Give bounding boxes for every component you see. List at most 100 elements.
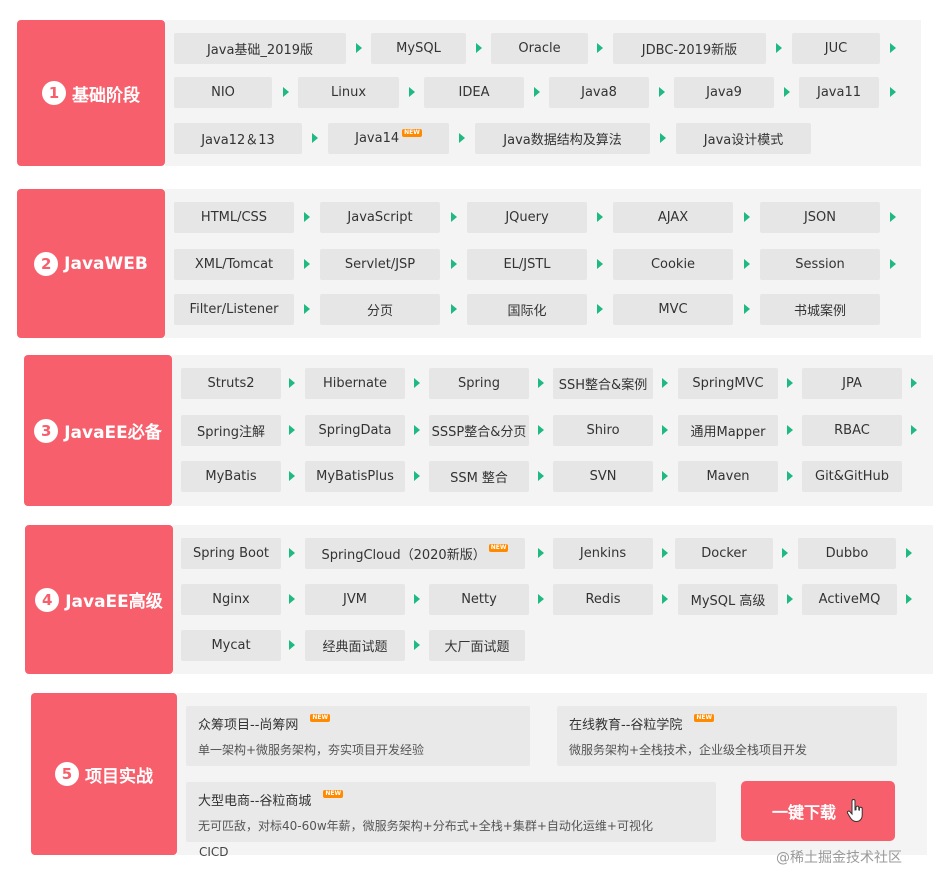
arrow-icon <box>659 87 665 97</box>
topic-linux[interactable]: Linux <box>298 77 399 108</box>
project-card-ecommerce[interactable]: 大型电商--谷粒商城 NEW 无可匹敌，对标40-60w年薪，微服务架构+分布式+… <box>186 782 716 842</box>
topic-springmvc[interactable]: SpringMVC <box>678 368 778 399</box>
topic-ssm[interactable]: SSM 整合 <box>429 461 529 492</box>
topic-label: SVN <box>589 469 617 484</box>
topic-java9[interactable]: Java9 <box>674 77 774 108</box>
project-title: 在线教育--谷粒学院 NEW <box>569 713 715 733</box>
topic-oracle[interactable]: Oracle <box>491 33 588 64</box>
topic-html-css[interactable]: HTML/CSS <box>174 202 294 233</box>
topic-java12-13[interactable]: Java12＆13 <box>174 123 302 154</box>
topic-shiro[interactable]: Shiro <box>553 415 653 446</box>
stage-title: JavaEE必备 <box>64 423 162 443</box>
topic-idea[interactable]: IDEA <box>424 77 524 108</box>
project-desc: 微服务架构+全栈技术，企业级全栈项目开发 <box>569 743 808 757</box>
topic-java14[interactable]: Java14 NEW <box>328 123 449 154</box>
topic-jquery[interactable]: JQuery <box>467 202 587 233</box>
topic-label: Java数据结构及算法 <box>503 133 622 148</box>
stage-title: JavaEE高级 <box>65 592 163 612</box>
stage-2-label[interactable]: 2 JavaWEB <box>17 189 165 338</box>
stage-5-label[interactable]: 5 项目实战 <box>31 693 177 855</box>
topic-maven[interactable]: Maven <box>678 461 778 492</box>
topic-mysql[interactable]: MySQL <box>371 33 466 64</box>
topic-label: MVC <box>658 302 688 317</box>
arrow-icon <box>906 548 912 558</box>
topic-jenkins[interactable]: Jenkins <box>553 538 653 569</box>
topic-design-patterns[interactable]: Java设计模式 <box>676 123 811 154</box>
topic-mybatis[interactable]: MyBatis <box>181 461 281 492</box>
topic-json[interactable]: JSON <box>760 202 880 233</box>
topic-label: HTML/CSS <box>200 210 268 225</box>
topic-mvc[interactable]: MVC <box>613 294 733 325</box>
stage-1-label[interactable]: 1 基础阶段 <box>17 20 165 166</box>
arrow-icon <box>312 133 318 143</box>
topic-jpa[interactable]: JPA <box>802 368 902 399</box>
arrow-icon <box>787 425 793 435</box>
project-card-online-education[interactable]: 在线教育--谷粒学院 NEW 微服务架构+全栈技术，企业级全栈项目开发 <box>557 706 897 766</box>
arrow-icon <box>304 212 310 222</box>
topic-java8[interactable]: Java8 <box>549 77 649 108</box>
topic-netty[interactable]: Netty <box>429 584 529 615</box>
topic-servlet-jsp[interactable]: Servlet/JSP <box>320 249 440 280</box>
topic-filter-listener[interactable]: Filter/Listener <box>174 294 294 325</box>
topic-ssh[interactable]: SSH整合&案例 <box>553 368 653 399</box>
topic-cookie[interactable]: Cookie <box>613 249 733 280</box>
topic-session[interactable]: Session <box>760 249 880 280</box>
topic-mysql-advanced[interactable]: MySQL 高级 <box>678 584 778 615</box>
topic-bookstore-case[interactable]: 书城案例 <box>760 294 880 325</box>
topic-label: Hibernate <box>322 376 388 391</box>
topic-redis[interactable]: Redis <box>553 584 653 615</box>
topic-jvm[interactable]: JVM <box>305 584 405 615</box>
topic-mybatisplus[interactable]: MyBatisPlus <box>305 461 405 492</box>
arrow-icon <box>911 425 917 435</box>
topic-java11[interactable]: Java11 <box>799 77 879 108</box>
topic-label: Java12＆13 <box>201 133 275 148</box>
topic-classic-interview[interactable]: 经典面试题 <box>305 630 405 661</box>
topic-svn[interactable]: SVN <box>553 461 653 492</box>
arrow-icon <box>289 471 295 481</box>
topic-jdbc[interactable]: JDBC-2019新版 <box>613 33 766 64</box>
topic-docker[interactable]: Docker <box>675 538 773 569</box>
topic-common-mapper[interactable]: 通用Mapper <box>678 415 778 446</box>
topic-javascript[interactable]: JavaScript <box>320 202 440 233</box>
project-card-crowdfunding[interactable]: 众筹项目--尚筹网 NEW 单一架构+微服务架构，夯实项目开发经验 <box>186 706 530 766</box>
topic-bigtech-interview[interactable]: 大厂面试题 <box>429 630 525 661</box>
topic-nio[interactable]: NIO <box>174 77 272 108</box>
topic-springdata[interactable]: SpringData <box>305 415 405 446</box>
topic-spring-annotations[interactable]: Spring注解 <box>181 415 281 446</box>
arrow-icon <box>660 133 666 143</box>
topic-mycat[interactable]: Mycat <box>181 630 281 661</box>
topic-springcloud[interactable]: SpringCloud（2020新版） NEW <box>305 538 525 569</box>
arrow-icon <box>459 133 465 143</box>
topic-nginx[interactable]: Nginx <box>181 584 281 615</box>
stage-4-label[interactable]: 4 JavaEE高级 <box>25 525 173 674</box>
topic-juc[interactable]: JUC <box>792 33 880 64</box>
arrow-icon <box>538 378 544 388</box>
arrow-icon <box>289 594 295 604</box>
arrow-icon <box>289 640 295 650</box>
topic-struts2[interactable]: Struts2 <box>181 368 281 399</box>
topic-data-structures[interactable]: Java数据结构及算法 <box>475 123 650 154</box>
topic-activemq[interactable]: ActiveMQ <box>802 584 897 615</box>
topic-rbac[interactable]: RBAC <box>802 415 902 446</box>
arrow-icon <box>662 548 668 558</box>
topic-hibernate[interactable]: Hibernate <box>305 368 405 399</box>
topic-pagination[interactable]: 分页 <box>320 294 440 325</box>
topic-ajax[interactable]: AJAX <box>613 202 733 233</box>
arrow-icon <box>289 548 295 558</box>
topic-java-basics[interactable]: Java基础_2019版 <box>174 33 346 64</box>
download-button[interactable]: 一键下载 <box>741 781 895 841</box>
topic-label: MyBatisPlus <box>316 469 394 484</box>
topic-label: JQuery <box>505 210 549 225</box>
topic-i18n[interactable]: 国际化 <box>467 294 587 325</box>
stage-number: 1 <box>42 81 66 105</box>
topic-sssp[interactable]: SSSP整合&分页 <box>429 415 529 446</box>
topic-spring-boot[interactable]: Spring Boot <box>181 538 281 569</box>
project-desc-continuation: CICD <box>199 845 229 859</box>
topic-dubbo[interactable]: Dubbo <box>798 538 896 569</box>
topic-spring[interactable]: Spring <box>429 368 529 399</box>
stage-3-label[interactable]: 3 JavaEE必备 <box>24 355 172 506</box>
topic-xml-tomcat[interactable]: XML/Tomcat <box>174 249 294 280</box>
topic-git-github[interactable]: Git&GitHub <box>802 461 902 492</box>
topic-el-jstl[interactable]: EL/JSTL <box>467 249 587 280</box>
topic-label: Cookie <box>650 257 696 272</box>
